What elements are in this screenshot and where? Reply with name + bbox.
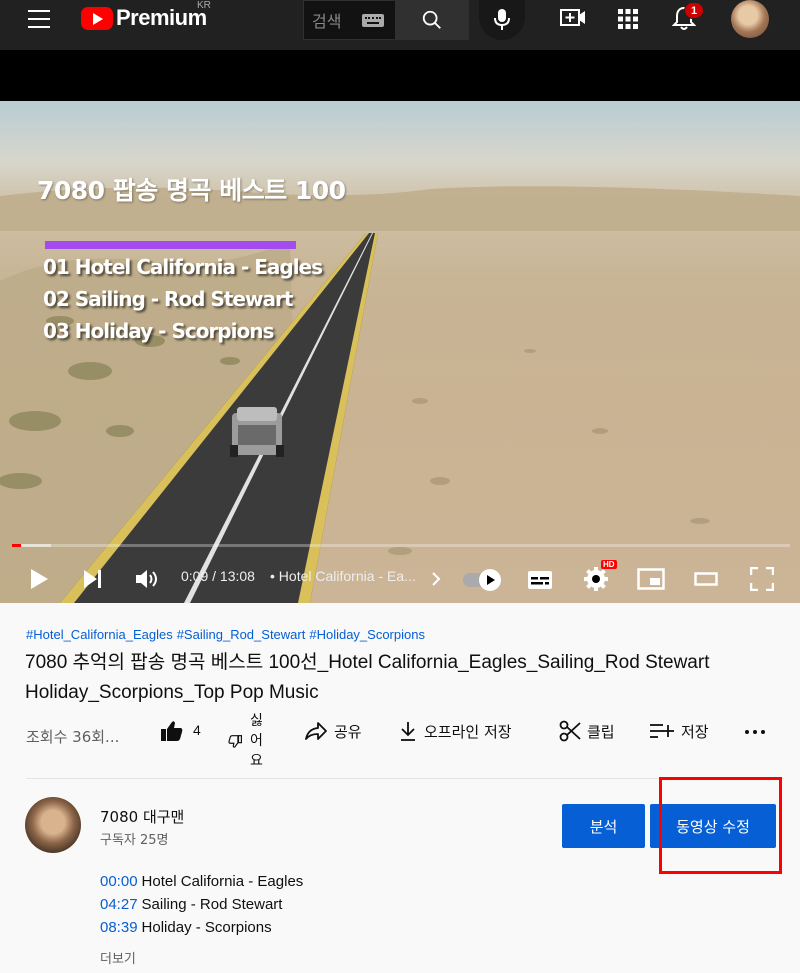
scissors-icon — [559, 720, 581, 742]
chapter-title: Sailing - Rod Stewart — [141, 896, 283, 913]
save-label: 저장 — [681, 722, 709, 741]
overlay-title: 7080 팝송 명곡 베스트 100 — [37, 176, 346, 205]
share-icon — [305, 722, 327, 740]
chapter-chevron-icon[interactable] — [431, 571, 441, 587]
fullscreen-icon[interactable] — [750, 567, 774, 591]
analytics-button[interactable]: 분석 — [562, 804, 645, 848]
like-icon[interactable] — [160, 720, 184, 742]
video-player[interactable]: 7080 팝송 명곡 베스트 100 01 Hotel California -… — [0, 50, 800, 603]
autoplay-knob[interactable] — [479, 569, 501, 591]
chapter-timestamp[interactable]: 08:39 — [100, 919, 138, 936]
create-icon[interactable] — [560, 7, 586, 29]
keyboard-icon[interactable] — [362, 14, 384, 27]
progress-bar[interactable] — [12, 544, 790, 547]
overlay-accent-bar — [45, 241, 296, 249]
voice-search-button[interactable] — [479, 0, 525, 40]
video-frame[interactable]: 7080 팝송 명곡 베스트 100 01 Hotel California -… — [0, 101, 800, 603]
chapter-item: 04:27 Sailing - Rod Stewart — [100, 896, 282, 913]
clip-label: 클립 — [587, 722, 615, 741]
share-label: 공유 — [334, 722, 362, 741]
like-count: 4 — [193, 722, 201, 738]
dislike-button[interactable]: 싫어요 — [250, 711, 264, 771]
logo-region: KR — [197, 0, 211, 11]
hashtag-link[interactable]: #Hotel_California_Eagles — [26, 627, 173, 642]
settings-icon[interactable] — [583, 566, 609, 592]
hashtag-link[interactable]: #Holiday_Scorpions — [309, 627, 425, 642]
dislike-icon[interactable] — [228, 735, 242, 748]
download-icon — [401, 722, 415, 741]
hd-badge: HD — [601, 560, 617, 569]
hashtag-link[interactable]: #Sailing_Rod_Stewart — [177, 627, 306, 642]
chapter-item: 08:39 Holiday - Scorpions — [100, 919, 272, 936]
more-actions-icon[interactable] — [744, 722, 766, 742]
current-chapter[interactable]: • Hotel California - Ea... — [270, 568, 416, 584]
save-button[interactable]: 저장 — [649, 718, 709, 744]
video-title: 7080 추억의 팝송 명곡 베스트 100선_Hotel California… — [25, 652, 710, 703]
subscriber-count: 구독자 25명 — [100, 833, 169, 848]
chapter-title: Holiday - Scorpions — [141, 919, 272, 936]
clip-button[interactable]: 클립 — [559, 718, 615, 744]
search-icon — [422, 10, 441, 29]
next-icon[interactable] — [82, 568, 104, 590]
top-bar: Premium KR 검색 1 — [0, 0, 800, 50]
volume-icon[interactable] — [134, 568, 160, 590]
offline-save-button[interactable]: 오프라인 저장 — [398, 718, 512, 744]
offline-save-label: 오프라인 저장 — [424, 722, 512, 741]
overlay-track: 01 Hotel California - Eagles — [43, 255, 323, 279]
search-placeholder: 검색 — [312, 12, 342, 31]
apps-icon[interactable] — [617, 8, 639, 30]
logo-text[interactable]: Premium — [116, 5, 207, 31]
menu-icon[interactable] — [28, 10, 50, 28]
theater-icon[interactable] — [694, 572, 718, 586]
share-button[interactable]: 공유 — [304, 718, 362, 744]
chapter-title: Hotel California - Eagles — [141, 873, 304, 890]
subtitles-icon[interactable] — [527, 570, 553, 590]
overlay-track: 03 Holiday - Scorpions — [43, 319, 274, 343]
show-more-link[interactable]: 더보기 — [100, 948, 136, 967]
miniplayer-icon[interactable] — [637, 568, 665, 590]
avatar[interactable] — [731, 0, 769, 38]
youtube-logo-icon[interactable] — [81, 7, 113, 30]
progress-played[interactable] — [12, 544, 21, 547]
search-input[interactable]: 검색 — [303, 0, 396, 40]
hashtags: #Hotel_California_Eagles #Sailing_Rod_Ste… — [26, 627, 429, 642]
search-button[interactable] — [396, 0, 469, 40]
playlist-add-icon — [650, 724, 674, 738]
notification-badge[interactable]: 1 — [684, 2, 704, 19]
chapter-timestamp[interactable]: 04:27 — [100, 896, 138, 913]
overlay-track: 02 Sailing - Rod Stewart — [43, 287, 293, 311]
chapter-item: 00:00 Hotel California - Eagles — [100, 873, 303, 890]
highlight-box — [659, 777, 782, 874]
mic-icon — [494, 9, 510, 30]
time-display: 0:09 / 13:08 — [181, 568, 255, 584]
channel-avatar[interactable] — [25, 797, 81, 853]
player-controls: 0:09 / 13:08 • Hotel California - Ea... … — [0, 555, 800, 603]
view-count[interactable]: 조회수 36회... — [26, 726, 119, 747]
play-icon[interactable] — [28, 568, 50, 590]
channel-name[interactable]: 7080 대구맨 — [100, 806, 184, 827]
chapter-timestamp[interactable]: 00:00 — [100, 873, 138, 890]
